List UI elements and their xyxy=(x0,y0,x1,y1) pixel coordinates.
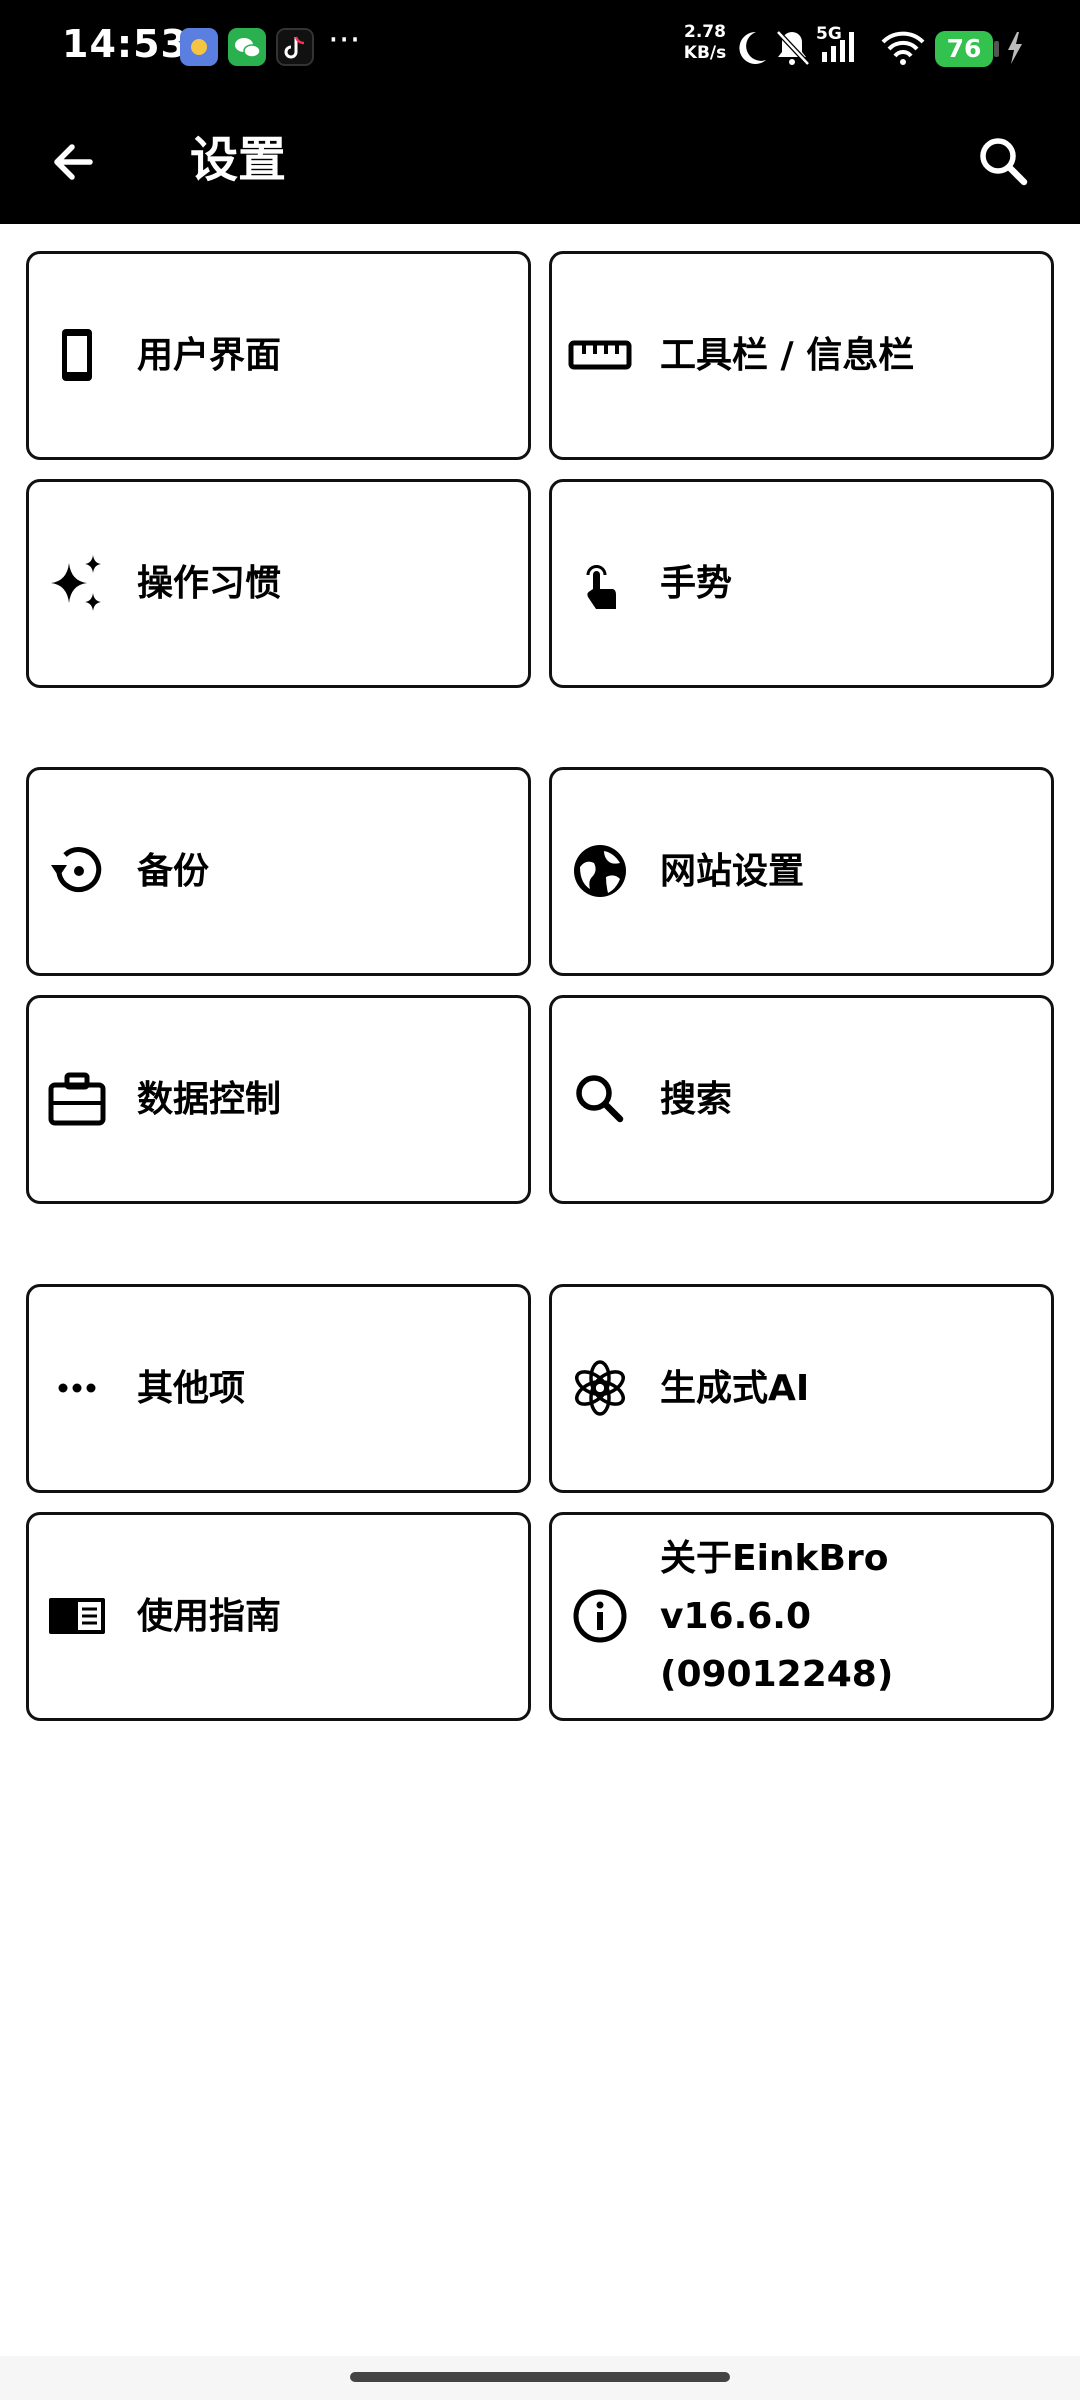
phone-icon xyxy=(62,329,92,381)
tile-about[interactable]: 关于EinkBro v16.6.0 (09012248) xyxy=(549,1512,1054,1721)
tile-label: 工具栏 / 信息栏 xyxy=(660,334,915,376)
signal-icon xyxy=(822,32,854,62)
restore-icon xyxy=(51,847,102,893)
page-title: 设置 xyxy=(190,132,287,188)
tile-backup[interactable]: 备份 xyxy=(26,767,531,976)
tile-toolbar[interactable]: 工具栏 / 信息栏 xyxy=(549,251,1054,460)
tile-label: 网站设置 xyxy=(660,850,805,892)
search-icon[interactable] xyxy=(970,128,1038,196)
tile-label: 备份 xyxy=(137,850,210,892)
tile-label: 生成式AI xyxy=(660,1367,810,1409)
app-icon-blue xyxy=(180,28,218,66)
net-speed: 2.78 KB/s xyxy=(680,22,730,64)
tile-misc[interactable]: 其他项 xyxy=(26,1284,531,1493)
bell-off-icon xyxy=(776,30,810,66)
tile-label: 操作习惯 xyxy=(137,562,282,604)
tile-generative-ai[interactable]: 生成式AI xyxy=(549,1284,1054,1493)
tile-label: 使用指南 xyxy=(137,1595,282,1637)
status-bar: 14:53 ··· 2.78 KB/s 5G 76 xyxy=(0,0,1080,98)
more-notifications: ··· xyxy=(328,20,361,60)
charging-icon xyxy=(1008,32,1022,64)
sparkle-icon xyxy=(51,555,101,611)
tile-user-interface[interactable]: 用户界面 xyxy=(26,251,531,460)
ai-knot-icon xyxy=(575,1360,625,1416)
guide-icon xyxy=(49,1598,105,1634)
home-indicator[interactable] xyxy=(350,2372,730,2382)
tile-label: 关于EinkBro v16.6.0 (09012248) xyxy=(660,1537,894,1695)
touch-icon xyxy=(586,565,616,609)
net-speed-value: 2.78 xyxy=(684,22,726,42)
app-bar: 设置 xyxy=(0,98,1080,224)
tile-data-control[interactable]: 数据控制 xyxy=(26,995,531,1204)
more-icon xyxy=(58,1383,96,1393)
tile-label: 用户界面 xyxy=(137,334,282,376)
info-icon xyxy=(573,1589,627,1643)
moon-icon xyxy=(739,31,766,64)
search-icon xyxy=(576,1075,624,1123)
tiktok-icon xyxy=(276,28,314,66)
tile-gestures[interactable]: 手势 xyxy=(549,479,1054,688)
battery-icon: 76 xyxy=(935,31,993,67)
arrow-left-icon[interactable] xyxy=(40,128,108,196)
wechat-icon xyxy=(228,28,266,66)
wifi-icon xyxy=(881,31,925,65)
tile-label: 数据控制 xyxy=(137,1078,282,1120)
tile-label: 手势 xyxy=(660,562,733,604)
tile-label: 其他项 xyxy=(137,1367,246,1409)
ruler-icon xyxy=(568,340,632,370)
battery-tip xyxy=(994,41,999,57)
status-time: 14:53 xyxy=(62,22,188,66)
tile-search[interactable]: 搜索 xyxy=(549,995,1054,1204)
briefcase-icon xyxy=(48,1072,106,1126)
globe-icon xyxy=(574,845,626,897)
tile-behavior[interactable]: 操作习惯 xyxy=(26,479,531,688)
tile-label: 搜索 xyxy=(660,1078,733,1120)
net-speed-unit: KB/s xyxy=(683,43,727,63)
tile-guide[interactable]: 使用指南 xyxy=(26,1512,531,1721)
tile-site-settings[interactable]: 网站设置 xyxy=(549,767,1054,976)
